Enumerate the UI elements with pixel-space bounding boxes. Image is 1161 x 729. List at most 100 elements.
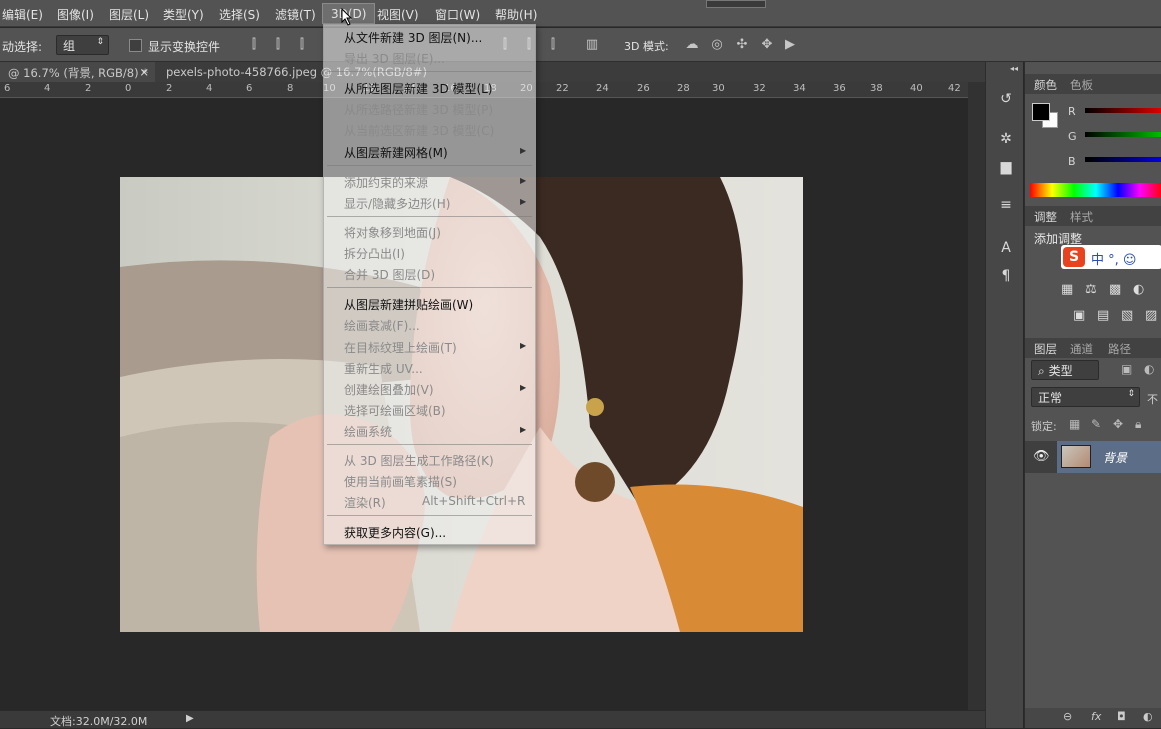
tab-layers[interactable]: 图层 [1034,341,1057,357]
blue-slider-track[interactable] [1085,157,1161,162]
menu-type[interactable]: 类型(Y) [163,6,204,23]
menu-item-regenerate-uvs[interactable]: 重新生成 UV... [344,360,423,377]
menu-help[interactable]: 帮助(H) [495,6,537,23]
3d-settings-icon[interactable]: ✲ [997,130,1015,148]
ruler-tick: 8 [287,83,294,94]
menu-layer[interactable]: 图层(L) [109,6,149,23]
distribute-icon[interactable]: ⫿ [545,37,561,53]
collapse-icon[interactable]: ◂◂ [1010,64,1018,73]
close-icon[interactable]: × [139,65,149,79]
menu-item-add-constraint-source[interactable]: 添加约束的来源 [344,174,428,191]
menu-item-paint-on-target-texture[interactable]: 在目标纹理上绘画(T) [344,339,457,356]
black-white-icon[interactable]: ▨ [1145,308,1157,323]
menu-window[interactable]: 窗口(W) [435,6,480,23]
menu-item-sketch-with-brush[interactable]: 使用当前画笔素描(S) [344,473,457,490]
menu-filter[interactable]: 滤镜(T) [275,6,316,23]
properties-icon[interactable]: ≡ [997,196,1015,214]
lock-position-icon[interactable]: ✥ [1113,417,1123,431]
menu-item-export-3d-layer[interactable]: 导出 3D 图层(E)... [344,50,445,67]
red-slider-track[interactable] [1085,108,1161,113]
scale-3d-icon[interactable]: ▶ [782,37,798,53]
menu-item-new-3d-from-path[interactable]: 从所选路径新建 3D 模型(P) [344,101,493,118]
menu-item-paint-system[interactable]: 绘画系统 [344,423,392,440]
levels-icon[interactable]: ⚖ [1085,282,1097,297]
character-icon[interactable]: A [997,239,1015,257]
layers-footer: ⊖ fx ◘ ◐ [1025,708,1161,728]
menu-item-paint-falloff[interactable]: 绘画衰减(F)... [344,317,420,334]
align-right-icon[interactable]: ⫿ [294,37,310,53]
image-filter-icon[interactable]: ▣ [1121,362,1132,376]
color-balance-icon[interactable]: ▧ [1121,308,1133,323]
status-menu-arrow-icon[interactable]: ▶ [186,713,194,724]
menu-item-new-3d-from-selection[interactable]: 从当前选区新建 3D 模型(C) [344,122,494,139]
menu-item-new-mesh-from-layer[interactable]: 从图层新建网格(M) [344,144,448,161]
history-icon[interactable]: ↺ [997,90,1015,108]
channel-g-label: G [1068,130,1077,143]
blend-mode-dropdown[interactable]: 正常 ⇕ [1031,387,1140,407]
histogram-icon[interactable]: ▆ [997,158,1015,176]
paragraph-icon[interactable]: ¶ [997,267,1015,285]
foreground-color-swatch[interactable] [1032,103,1050,121]
ime-toolbar[interactable]: S 中 °, ☺ [1061,245,1161,269]
auto-align-icon[interactable]: ▥ [584,37,600,53]
brightness-icon[interactable]: ▦ [1061,282,1073,297]
show-transform-checkbox[interactable] [129,39,142,52]
menu-item-move-object-to-ground[interactable]: 将对象移到地面(J) [344,224,441,241]
tab-document-1[interactable]: @ 16.7% (背景, RGB/8) * × [0,62,155,82]
align-left-icon[interactable]: ⫿ [246,37,262,53]
layer-filter-dropdown[interactable]: ⌕ 类型 [1031,360,1099,380]
tab-channels[interactable]: 通道 [1070,341,1093,357]
adjustment-filter-icon[interactable]: ◐ [1144,362,1154,376]
menu-item-new-3d-from-file[interactable]: 从文件新建 3D 图层(N)... [344,29,482,46]
menu-item-get-more-content[interactable]: 获取更多内容(G)... [344,524,446,541]
menu-item-show-hide-polygons[interactable]: 显示/隐藏多边形(H) [344,195,450,212]
exposure-icon[interactable]: ◐ [1133,282,1144,297]
menu-item-new-tiled-painting[interactable]: 从图层新建拼贴绘画(W) [344,296,473,313]
vibrance-icon[interactable]: ▣ [1073,308,1085,323]
green-slider-track[interactable] [1085,132,1161,137]
adjustment-layer-icon[interactable]: ◐ [1143,710,1153,723]
tab-paths[interactable]: 路径 [1108,341,1131,357]
roll-3d-icon[interactable]: ◎ [709,37,725,53]
lock-pixels-icon[interactable]: ✎ [1091,417,1101,431]
tab-adjustments[interactable]: 调整 [1034,209,1057,225]
layer-row-background[interactable]: 👁︎ 背景 [1025,441,1161,473]
menu-select[interactable]: 选择(S) [219,6,260,23]
menu-item-select-paintable-areas[interactable]: 选择可绘画区域(B) [344,402,446,419]
ime-status-text: 中 °, ☺ [1091,253,1137,268]
mode-3d-label: 3D 模式: [624,40,669,53]
align-hcenter-icon[interactable]: ⫿ [270,37,286,53]
fx-icon[interactable]: fx [1091,710,1101,723]
pan-3d-icon[interactable]: ✣ [734,37,750,53]
link-layers-icon[interactable]: ⊖ [1063,710,1072,723]
color-spectrum-bar[interactable] [1030,183,1161,197]
menu-item-merge-3d-layers[interactable]: 合并 3D 图层(D) [344,266,435,283]
lock-transparent-icon[interactable]: ▦ [1069,417,1080,431]
vertical-scrollbar[interactable] [968,82,985,710]
hue-saturation-icon[interactable]: ▤ [1097,308,1109,323]
tab-color[interactable]: 颜色 [1034,77,1057,93]
menu-view[interactable]: 视图(V) [377,6,419,23]
menu-item-work-path-from-3d[interactable]: 从 3D 图层生成工作路径(K) [344,452,494,469]
right-panels: 颜色 色板 R G B 调整 样式 添加调整 S 中 °, ☺ ▦ ⚖ ▩ ◐ … [1024,62,1161,728]
menu-image[interactable]: 图像(I) [57,6,94,23]
visibility-eye-icon[interactable]: 👁︎ [1033,449,1050,464]
add-mask-icon[interactable]: ◘ [1117,710,1126,723]
submenu-arrow-icon: ▶ [520,197,527,206]
dropdown-arrows-icon: ⇕ [1127,389,1135,399]
menu-item-new-3d-from-layer[interactable]: 从所选图层新建 3D 模型(L) [344,80,493,97]
lock-all-icon[interactable]: 🔒︎ [1135,417,1141,432]
ruler-tick: 4 [44,83,51,94]
slide-3d-icon[interactable]: ✥ [759,37,775,53]
menu-item-split-extrusion[interactable]: 拆分凸出(I) [344,245,405,262]
tab-styles[interactable]: 样式 [1070,209,1093,225]
menu-edit[interactable]: 编辑(E) [2,6,43,23]
ruler-tick: 30 [712,83,725,94]
orbit-3d-icon[interactable]: ☁ [684,37,700,53]
auto-select-dropdown[interactable]: 组 ⇕ [56,35,109,55]
menu-item-render[interactable]: 渲染(R) [344,494,386,511]
curves-icon[interactable]: ▩ [1109,282,1121,297]
tab-swatches[interactable]: 色板 [1070,77,1093,93]
menu-item-create-paint-overlay[interactable]: 创建绘图叠加(V) [344,381,434,398]
layer-name: 背景 [1103,451,1128,465]
